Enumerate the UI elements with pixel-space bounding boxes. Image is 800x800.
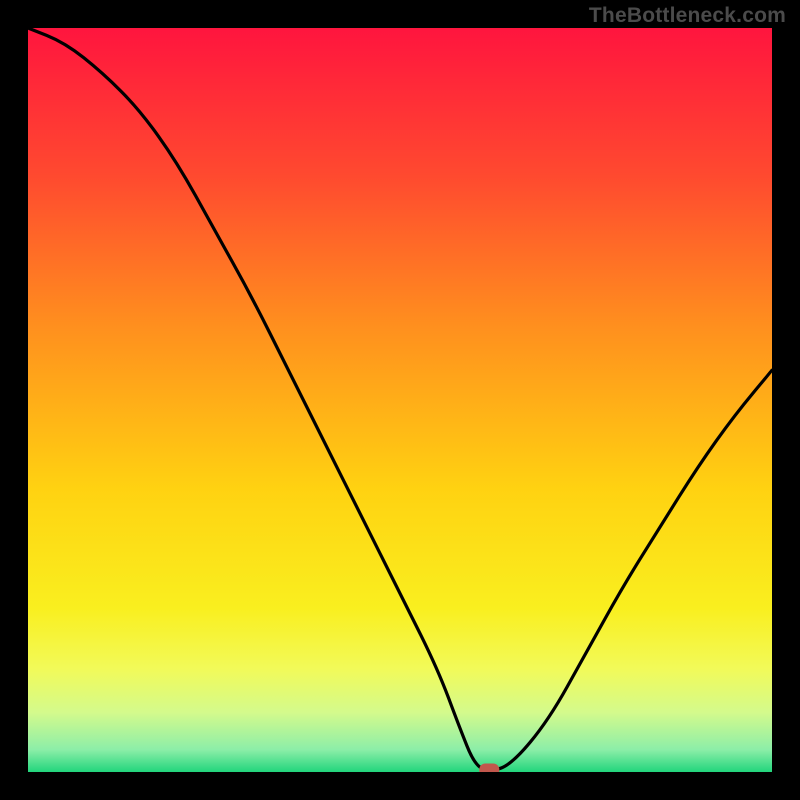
watermark-text: TheBottleneck.com: [589, 4, 786, 28]
chart-frame: TheBottleneck.com: [0, 0, 800, 800]
gradient-background: [28, 28, 772, 772]
plot-area: [28, 28, 772, 772]
optimum-marker: [479, 764, 499, 773]
chart-svg: [28, 28, 772, 772]
